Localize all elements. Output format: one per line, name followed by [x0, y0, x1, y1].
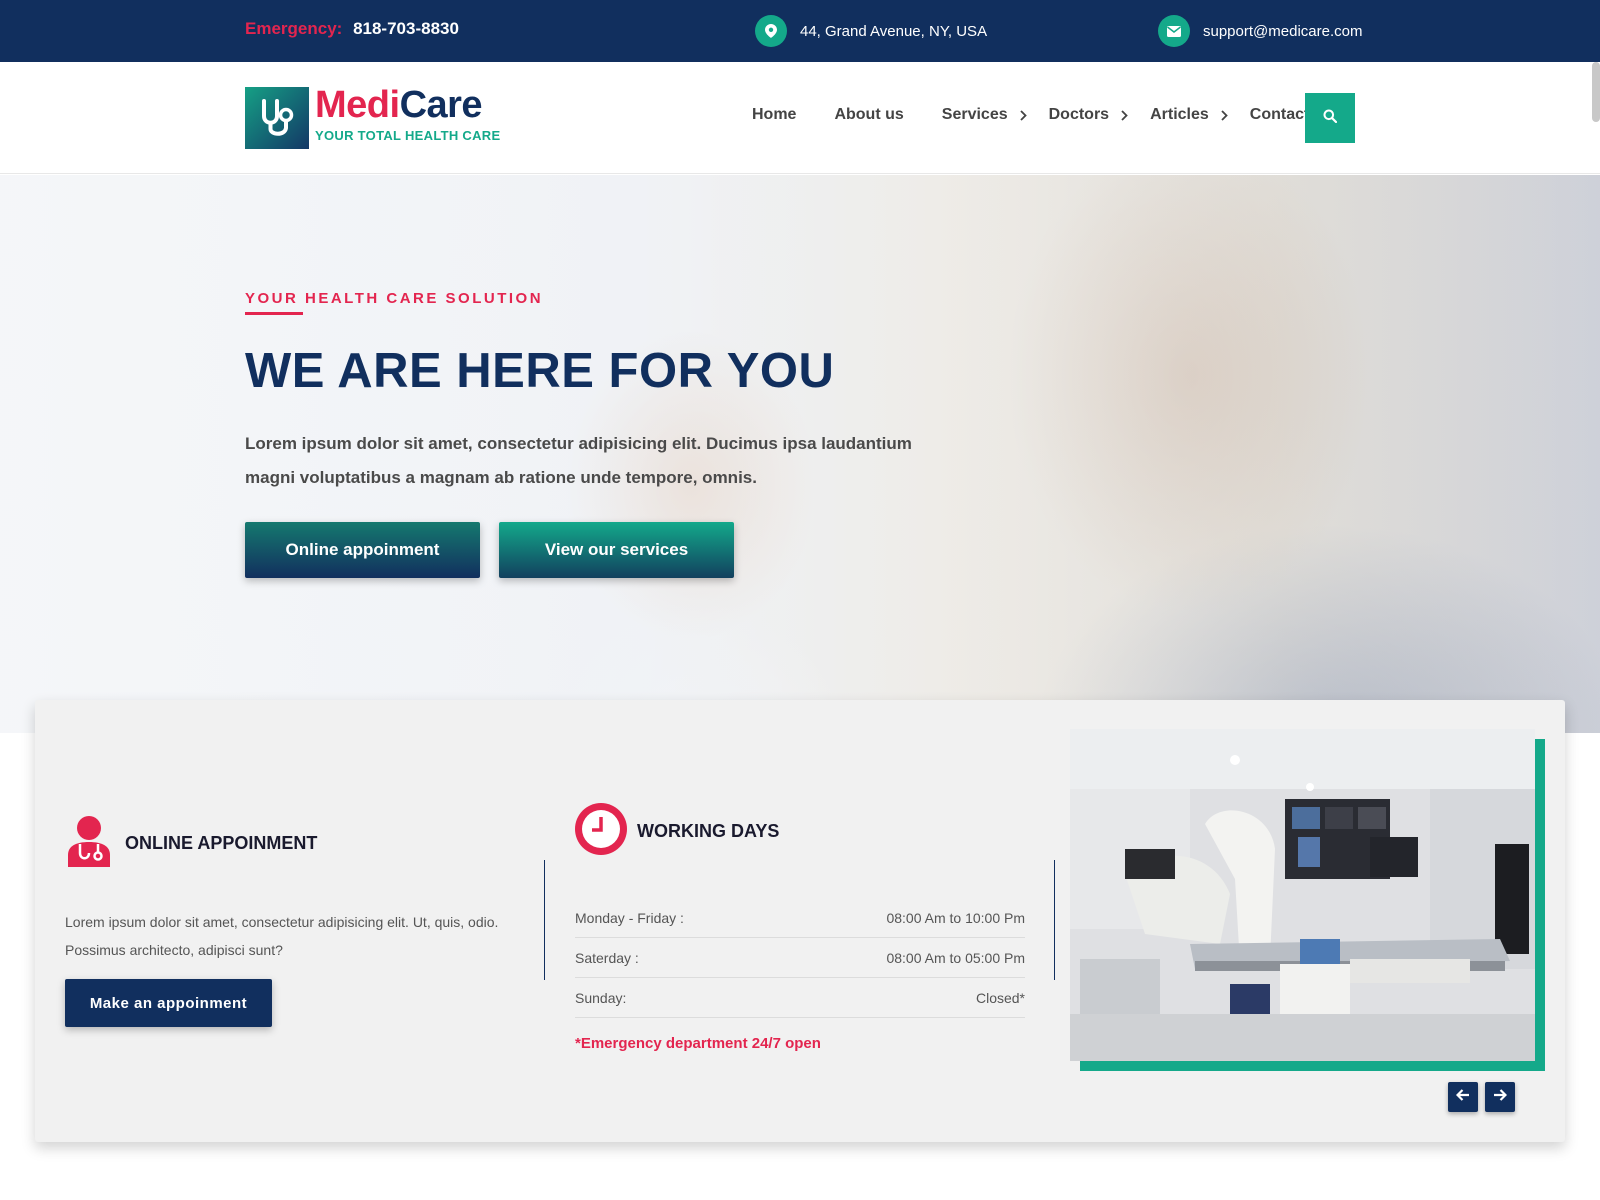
appointment-title: ONLINE APPOINMENT	[125, 833, 318, 853]
email-info: support@medicare.com	[1158, 15, 1362, 47]
day-label: Monday - Friday :	[575, 909, 684, 926]
hours-value: 08:00 Am to 05:00 Pm	[886, 949, 1025, 966]
stethoscope-icon[interactable]	[245, 87, 309, 149]
hours-row: Saterday : 08:00 Am to 05:00 Pm	[575, 938, 1025, 978]
arrow-left-icon	[1455, 1088, 1470, 1106]
nav-articles-label: Articles	[1150, 106, 1209, 123]
emergency-phone[interactable]: 818-703-8830	[353, 19, 459, 38]
hours-row: Monday - Friday : 08:00 Am to 10:00 Pm	[575, 898, 1025, 938]
emergency-contact: Emergency: 818-703-8830	[245, 19, 459, 39]
nav-home-label: Home	[752, 106, 797, 123]
logo-medi: Medi	[315, 84, 400, 126]
page-scrollbar[interactable]	[1592, 62, 1600, 122]
logo-care: Care	[399, 84, 483, 126]
nav-about-label: About us	[834, 106, 904, 123]
search-button[interactable]	[1305, 93, 1355, 143]
email-link[interactable]: support@medicare.com	[1203, 23, 1362, 40]
chevron-right-icon	[1019, 109, 1027, 121]
emergency-note: *Emergency department 24/7 open	[575, 1035, 821, 1052]
online-appointment-button[interactable]: Online appoinment	[245, 522, 480, 578]
nav-home[interactable]: Home	[752, 106, 796, 124]
emergency-label: Emergency:	[245, 19, 343, 38]
main-nav: Home About us Services Doctors Articles …	[752, 106, 1347, 124]
map-pin-icon	[755, 15, 787, 47]
doctor-icon	[65, 815, 113, 872]
operating-room-photo	[1070, 729, 1535, 1061]
column-divider	[1054, 860, 1055, 980]
hero-section: YOUR HEALTH CARE SOLUTION WE ARE HERE FO…	[0, 175, 1600, 733]
envelope-icon	[1158, 15, 1190, 47]
hero-kicker: YOUR HEALTH CARE SOLUTION	[245, 290, 544, 307]
view-services-button[interactable]: View our services	[499, 522, 734, 578]
slider-prev-button[interactable]	[1448, 1082, 1478, 1112]
nav-services[interactable]: Services	[942, 106, 1027, 124]
info-card: ONLINE APPOINMENT Lorem ipsum dolor sit …	[35, 700, 1565, 1142]
make-appointment-button[interactable]: Make an appoinment	[65, 979, 272, 1027]
nav-services-label: Services	[941, 106, 1008, 123]
hours-value: 08:00 Am to 10:00 Pm	[886, 909, 1025, 926]
nav-contact[interactable]: Contact	[1250, 106, 1310, 124]
hero-text: Lorem ipsum dolor sit amet, consectetur …	[245, 434, 912, 487]
working-days-section: WORKING DAYS Monday - Friday : 08:00 Am …	[575, 803, 1025, 1052]
day-label: Sunday:	[575, 989, 627, 1006]
appointment-text: Lorem ipsum dolor sit amet, consectetur …	[65, 914, 499, 958]
nav-about[interactable]: About us	[834, 106, 903, 124]
column-divider	[544, 860, 545, 980]
nav-contact-label: Contact	[1249, 106, 1310, 123]
hours-value: Closed*	[975, 989, 1025, 1006]
nav-doctors-label: Doctors	[1048, 106, 1110, 123]
hours-row: Sunday: Closed*	[575, 978, 1025, 1018]
working-days-title: WORKING DAYS	[637, 821, 780, 841]
nav-doctors[interactable]: Doctors	[1049, 106, 1128, 124]
hero-title: WE ARE HERE FOR YOU	[245, 344, 835, 398]
top-bar: Emergency: 818-703-8830 44, Grand Avenue…	[0, 0, 1600, 62]
site-header: MediCare YOUR TOTAL HEALTH CARE Home Abo…	[0, 62, 1600, 174]
kicker-underline	[245, 312, 303, 315]
appointment-section: ONLINE APPOINMENT Lorem ipsum dolor sit …	[65, 815, 515, 964]
nav-articles[interactable]: Articles	[1150, 106, 1228, 124]
chevron-right-icon	[1221, 109, 1228, 121]
logo[interactable]: MediCare YOUR TOTAL HEALTH CARE	[315, 84, 500, 143]
hours-table: Monday - Friday : 08:00 Am to 10:00 Pm S…	[575, 898, 1025, 1018]
address-text: 44, Grand Avenue, NY, USA	[800, 22, 988, 40]
clock-icon	[575, 803, 627, 860]
logo-tagline: YOUR TOTAL HEALTH CARE	[315, 128, 501, 143]
day-label: Saterday :	[575, 949, 639, 966]
slider-next-button[interactable]	[1485, 1082, 1515, 1112]
arrow-right-icon	[1493, 1088, 1508, 1106]
search-icon	[1323, 109, 1338, 128]
chevron-right-icon	[1121, 109, 1128, 121]
address-info: 44, Grand Avenue, NY, USA	[755, 15, 987, 47]
